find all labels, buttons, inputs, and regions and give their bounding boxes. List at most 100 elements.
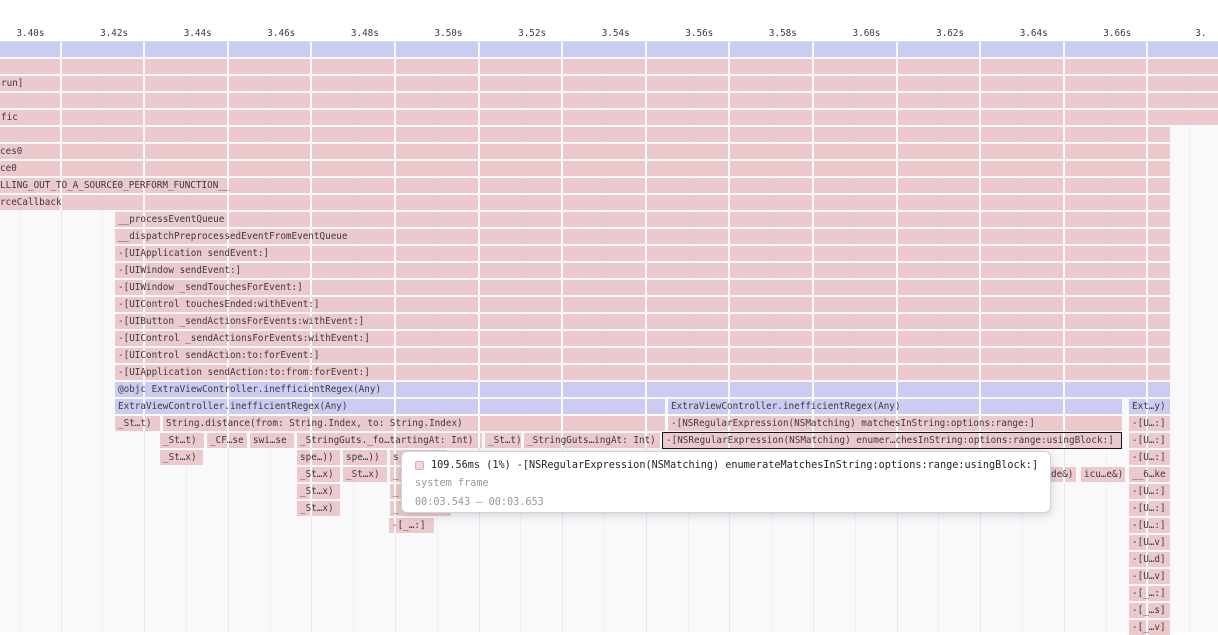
flame-bar[interactable]: spe…)) [343,450,387,465]
flame-bar[interactable]: -[U…:] [1129,501,1170,516]
gridline-gap [979,93,981,108]
hover-tooltip: 109.56ms (1%) -[NSRegularExpression(NSMa… [401,451,1051,513]
flame-bar[interactable]: String.distance(from: String.Index, to: … [163,416,665,431]
flame-bar[interactable]: -[_…:] [389,518,434,533]
gridline-gap [60,93,62,108]
gridline-gap [645,42,647,57]
flame-bar-label: _CF…se [207,433,247,448]
gridline-gap [1146,59,1148,74]
flame-bar[interactable]: _St…x) [297,484,340,499]
flame-bar[interactable]: -[UIApplication sendEvent:] [115,246,1170,261]
flame-bar-label: -[U…:] [1129,518,1170,533]
flame-bar-selected[interactable]: -[NSRegularExpression(NSMatching) enumer… [663,433,1121,448]
flame-bar[interactable]: ce0 [0,161,1170,176]
flame-bar-label: -[UIApplication sendEvent:] [115,246,1170,261]
flame-bar-label: spe…)) [343,450,387,465]
flame-bar[interactable]: _StringGuts…ingAt: Int) [524,433,660,448]
flame-bar-label: -[U…v] [1129,569,1170,584]
flame-bar[interactable]: -[U…v] [1129,535,1170,550]
flame-bar[interactable]: -[NSRegularExpression(NSMatching) matche… [668,416,1122,431]
flame-bar-label: LLING_OUT_TO_A_SOURCE0_PERFORM_FUNCTION_… [0,178,1170,193]
gridline-gap [728,59,730,74]
gridline-gap [1146,127,1148,142]
flame-bar[interactable]: @objc ExtraViewController.inefficientReg… [115,382,1170,397]
flame-bar[interactable]: swi…se [250,433,294,448]
flame-bar[interactable]: -[UIButton _sendActionsForEvents:withEve… [115,314,1170,329]
gridline-gap [394,93,396,108]
flame-bar[interactable] [0,42,1218,57]
flame-bar[interactable]: -[U…:] [1129,484,1170,499]
flame-bar[interactable]: -[U…v] [1129,569,1170,584]
flame-bar[interactable]: -[_…v] [1129,620,1170,635]
flame-bar[interactable]: -[U…:] [1129,416,1170,431]
flame-bar[interactable]: -[UIControl sendAction:to:forEvent:] [115,348,1170,363]
flame-bar-label: fic [0,110,1218,125]
flame-bar[interactable]: _St…t) [485,433,521,448]
time-ruler-tick-label: 3.54s [586,27,646,40]
gridline-gap [310,127,312,142]
flame-bar[interactable]: -[UIApplication sendAction:to:from:forEv… [115,365,1170,380]
time-ruler-tick-label: 3.50s [419,27,479,40]
flame-bar-label: swi…se [250,433,294,448]
flame-bar-label: -[UIControl sendAction:to:forEvent:] [115,348,1170,363]
time-ruler-tick-label: 3.40s [1,27,61,40]
flame-bar-label: -[_…s] [1129,603,1170,618]
flame-bar-label: _St…x) [297,501,340,516]
time-ruler[interactable]: 3.40s3.42s3.44s3.46s3.48s3.50s3.52s3.54s… [0,0,1218,41]
flame-bar-label: -[_…:] [1129,586,1170,601]
flame-bar[interactable] [0,59,1218,74]
flame-bar[interactable]: Ext…y) [1129,399,1170,414]
gridline-gap [561,42,563,57]
flame-bar[interactable]: de&) [1048,467,1076,482]
flame-bar[interactable]: -[UIWindow _sendTouchesForEvent:] [115,280,1170,295]
gridline-gap [227,59,229,74]
flame-bar[interactable]: -[_…:] [1129,586,1170,601]
flame-bar[interactable] [0,127,1170,142]
flame-bar[interactable]: _St…t) [160,433,204,448]
flame-bar-label: ces0 [0,144,1170,159]
flame-bar-label: -[UIButton _sendActionsForEvents:withEve… [115,314,1170,329]
flame-bar[interactable]: LLING_OUT_TO_A_SOURCE0_PERFORM_FUNCTION_… [0,178,1170,193]
tooltip-subtitle: system frame [415,477,1038,491]
flame-bar[interactable]: _St…x) [343,467,387,482]
gridline-gap [60,59,62,74]
gridline-gap [728,93,730,108]
flame-bar-label: @objc ExtraViewController.inefficientReg… [115,382,1170,397]
gridline-gap [394,59,396,74]
flame-bar[interactable]: __6…ke [1129,467,1170,482]
gridline-gap [143,42,145,57]
flame-bar[interactable]: icu…e&) [1081,467,1125,482]
flame-bar[interactable]: -[U…:] [1129,433,1170,448]
flame-bar[interactable]: -[U…d] [1129,552,1170,567]
flame-bar[interactable]: ExtraViewController.inefficientRegex(Any… [668,399,1122,414]
gridline-gap [728,127,730,142]
flame-bar[interactable]: __processEventQueue [115,212,1170,227]
flame-bar-label: spe…)) [297,450,340,465]
flame-bar[interactable]: fic [0,110,1218,125]
flame-bar[interactable]: run] [0,76,1218,91]
gridline-gap [227,93,229,108]
gridline-gap [310,93,312,108]
flame-bar[interactable]: _CF…se [207,433,247,448]
flame-bar[interactable]: ces0 [0,144,1170,159]
flame-bar[interactable]: -[_…s] [1129,603,1170,618]
flame-bar-label: __dispatchPreprocessedEventFromEventQueu… [115,229,1170,244]
flame-bar[interactable] [0,93,1218,108]
flame-bar-label: de&) [1048,467,1076,482]
flame-bar[interactable]: -[UIControl touchesEnded:withEvent:] [115,297,1170,312]
flame-bar[interactable]: _St…x) [297,501,340,516]
flame-bar[interactable]: _St…x) [160,450,203,465]
flame-bar[interactable]: -[U…:] [1129,518,1170,533]
flame-bar-label: _St…x) [343,467,387,482]
flame-bar[interactable]: _StringGuts._fo…tartingAt: Int) [297,433,482,448]
flame-bar[interactable]: -[U…:] [1129,450,1170,465]
tooltip-symbol: -[NSRegularExpression(NSMatching) enumer… [517,460,1038,471]
flame-bar[interactable]: ExtraViewController.inefficientRegex(Any… [115,399,665,414]
flame-bar[interactable]: -[UIWindow sendEvent:] [115,263,1170,278]
flame-bar[interactable]: spe…)) [297,450,340,465]
flame-bar[interactable]: rceCallback [0,195,1170,210]
flame-bar[interactable]: _St…x) [297,467,340,482]
flame-bar[interactable]: _St…t) [115,416,160,431]
flame-bar[interactable]: -[UIControl _sendActionsForEvents:withEv… [115,331,1170,346]
flame-bar[interactable]: __dispatchPreprocessedEventFromEventQueu… [115,229,1170,244]
